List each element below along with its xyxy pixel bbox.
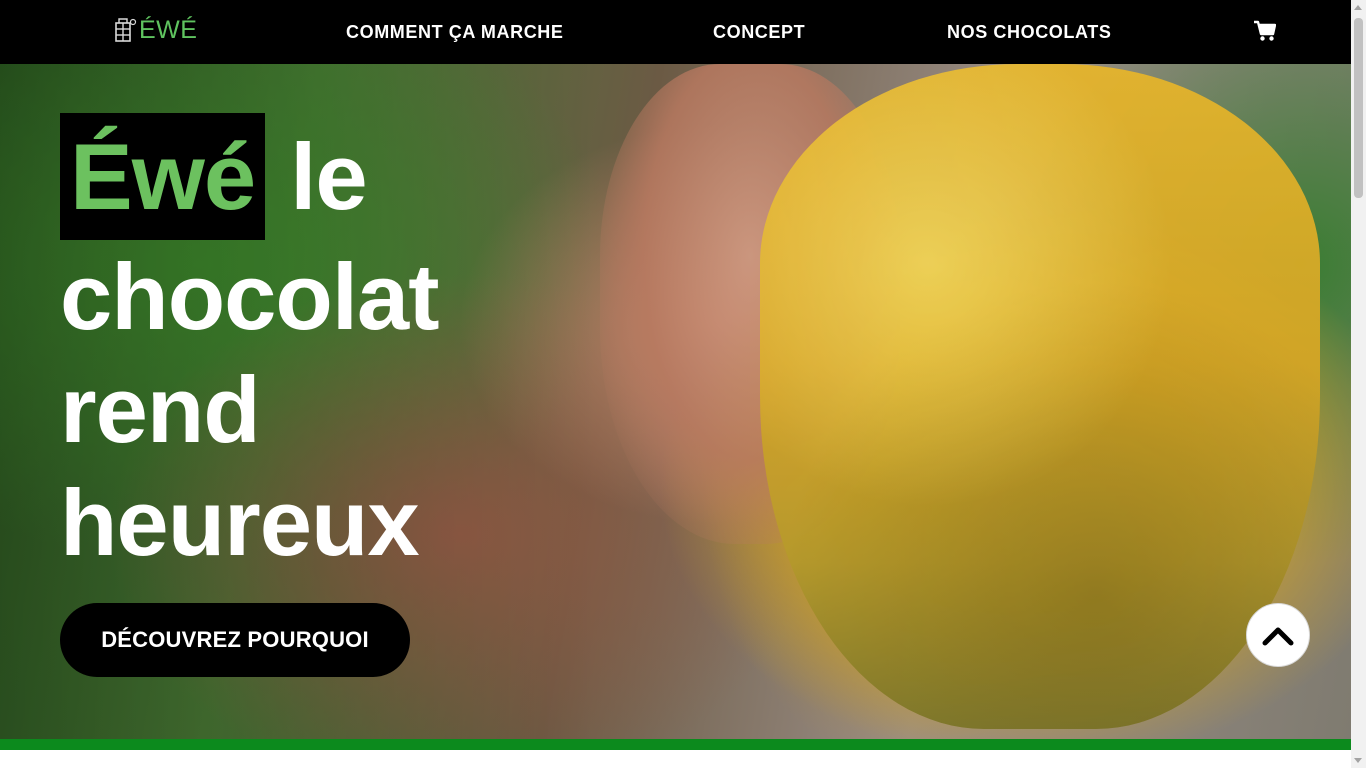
scroll-down-arrow-icon[interactable] bbox=[1354, 758, 1362, 763]
headline-le: le bbox=[265, 124, 367, 229]
headline-brand-highlight: Éwé bbox=[60, 113, 266, 240]
hero-section: Éwé le chocolat rend heureux DÉCOUVREZ P… bbox=[0, 64, 1351, 739]
headline-line-4: heureux bbox=[60, 470, 420, 575]
brand-name: ÉWÉ bbox=[139, 15, 198, 44]
hero-image-cacao-pod bbox=[760, 64, 1320, 729]
shopping-cart-icon[interactable] bbox=[1254, 20, 1276, 42]
headline-line-1: Éwé le bbox=[60, 113, 439, 240]
hero-headline: Éwé le chocolat rend heureux bbox=[60, 113, 440, 579]
headline-line-3: rend bbox=[60, 357, 261, 462]
headline-line-2: chocolat bbox=[60, 244, 440, 349]
nav-link-nos-chocolats[interactable]: NOS CHOCOLATS bbox=[947, 20, 1111, 44]
nav-link-concept[interactable]: CONCEPT bbox=[713, 20, 805, 44]
chocolate-logo-icon bbox=[115, 18, 137, 42]
scrollbar-thumb[interactable] bbox=[1354, 18, 1363, 198]
page-scrollbar[interactable] bbox=[1351, 0, 1366, 768]
back-to-top-button[interactable] bbox=[1246, 603, 1310, 667]
nav-link-comment-ca-marche[interactable]: COMMENT ÇA MARCHE bbox=[346, 20, 564, 44]
chevron-up-icon bbox=[1262, 627, 1294, 646]
brand-logo-link[interactable]: ÉWÉ bbox=[113, 14, 197, 46]
decouvrez-pourquoi-button[interactable]: DÉCOUVREZ POURQUOI bbox=[60, 603, 410, 677]
green-footer-bar bbox=[0, 739, 1351, 750]
scroll-up-arrow-icon[interactable] bbox=[1354, 5, 1362, 10]
top-navbar: ÉWÉ COMMENT ÇA MARCHE CONCEPT NOS CHOCOL… bbox=[0, 0, 1351, 64]
